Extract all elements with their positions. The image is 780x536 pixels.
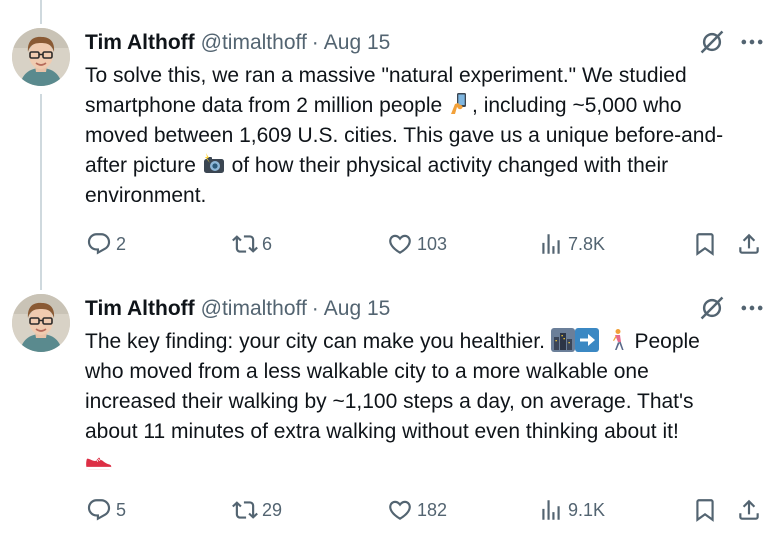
tweet-text-line: environment. bbox=[85, 184, 207, 207]
camera-flash-emoji bbox=[203, 153, 224, 173]
author-name[interactable]: Tim Althoff bbox=[85, 31, 195, 55]
action-bar: 5 29 182 9.1K bbox=[0, 495, 780, 525]
views-icon bbox=[538, 231, 564, 257]
like-icon bbox=[387, 497, 413, 523]
tweet-text: To solve this, we ran a massive "natural… bbox=[85, 61, 765, 211]
repost-count: 6 bbox=[262, 233, 273, 254]
tweet-text-line: increased their walking by ~1,100 steps … bbox=[85, 390, 694, 413]
share-button[interactable] bbox=[736, 495, 762, 525]
person-walking-emoji bbox=[612, 329, 624, 350]
tweet-text-line: about 11 minutes of extra walking withou… bbox=[85, 420, 679, 443]
tweet-header: Tim Althoff @timalthoff · Aug 15 bbox=[85, 294, 390, 324]
right-arrow-emoji bbox=[574, 328, 599, 352]
grok-icon[interactable] bbox=[698, 294, 726, 322]
views-icon bbox=[538, 497, 564, 523]
repost-button[interactable]: 6 bbox=[232, 229, 272, 259]
reply-button[interactable]: 5 bbox=[86, 495, 126, 525]
repost-icon bbox=[232, 231, 258, 257]
repost-icon bbox=[232, 497, 258, 523]
bookmark-icon bbox=[692, 497, 718, 523]
selfie-emoji bbox=[451, 93, 467, 114]
tweet-date[interactable]: Aug 15 bbox=[324, 297, 391, 321]
tweet-text-line: The key finding: your city can make you … bbox=[85, 328, 700, 353]
share-icon bbox=[736, 231, 762, 257]
tweet-text-line: To solve this, we ran a massive "natural… bbox=[85, 64, 687, 87]
bookmark-icon bbox=[692, 231, 718, 257]
like-count: 103 bbox=[417, 233, 448, 254]
sneaker-emoji bbox=[86, 457, 112, 470]
reply-count: 2 bbox=[116, 233, 127, 254]
tweet-2[interactable]: Tim Althoff @timalthoff · Aug 15 The key… bbox=[0, 294, 780, 534]
views-button[interactable]: 7.8K bbox=[538, 229, 605, 259]
tweet-text-line: moved between 1,609 U.S. cities. This ga… bbox=[85, 124, 724, 147]
tweet-text-line: smartphone data from 2 million people , … bbox=[85, 93, 682, 117]
grok-icon[interactable] bbox=[698, 28, 726, 56]
views-button[interactable]: 9.1K bbox=[538, 495, 605, 525]
repost-count: 29 bbox=[262, 499, 283, 520]
tweet-header: Tim Althoff @timalthoff · Aug 15 bbox=[85, 28, 390, 58]
like-button[interactable]: 103 bbox=[387, 229, 447, 259]
header-separator: · bbox=[311, 31, 319, 54]
reply-icon bbox=[86, 497, 112, 523]
bookmark-button[interactable] bbox=[692, 229, 718, 259]
tweet-date[interactable]: Aug 15 bbox=[324, 31, 391, 55]
avatar[interactable] bbox=[12, 28, 70, 86]
share-button[interactable] bbox=[736, 229, 762, 259]
tweet-1[interactable]: Tim Althoff @timalthoff · Aug 15 To solv… bbox=[0, 28, 780, 268]
header-separator: · bbox=[311, 297, 319, 320]
cityscape-emoji bbox=[550, 328, 575, 352]
share-icon bbox=[736, 497, 762, 523]
views-count: 9.1K bbox=[568, 499, 606, 520]
tweet-text-line: after picture of how their physical acti… bbox=[85, 153, 669, 177]
thread-line-top bbox=[40, 0, 42, 24]
views-count: 7.8K bbox=[568, 233, 606, 254]
reply-icon bbox=[86, 231, 112, 257]
more-icon[interactable] bbox=[738, 294, 766, 322]
author-handle[interactable]: @timalthoff bbox=[201, 297, 307, 321]
like-button[interactable]: 182 bbox=[387, 495, 447, 525]
author-handle[interactable]: @timalthoff bbox=[201, 31, 307, 55]
reply-button[interactable]: 2 bbox=[86, 229, 126, 259]
tweet-text: The key finding: your city can make you … bbox=[85, 327, 765, 478]
like-count: 182 bbox=[417, 499, 448, 520]
more-icon[interactable] bbox=[738, 28, 766, 56]
tweet-text-line: who moved from a less walkable city to a… bbox=[85, 360, 649, 383]
repost-button[interactable]: 29 bbox=[232, 495, 282, 525]
action-bar: 2 6 103 7.8K bbox=[0, 229, 780, 259]
author-name[interactable]: Tim Althoff bbox=[85, 297, 195, 321]
avatar[interactable] bbox=[12, 294, 70, 352]
like-icon bbox=[387, 231, 413, 257]
tweet-text-line bbox=[85, 447, 765, 478]
bookmark-button[interactable] bbox=[692, 495, 718, 525]
reply-count: 5 bbox=[116, 499, 127, 520]
